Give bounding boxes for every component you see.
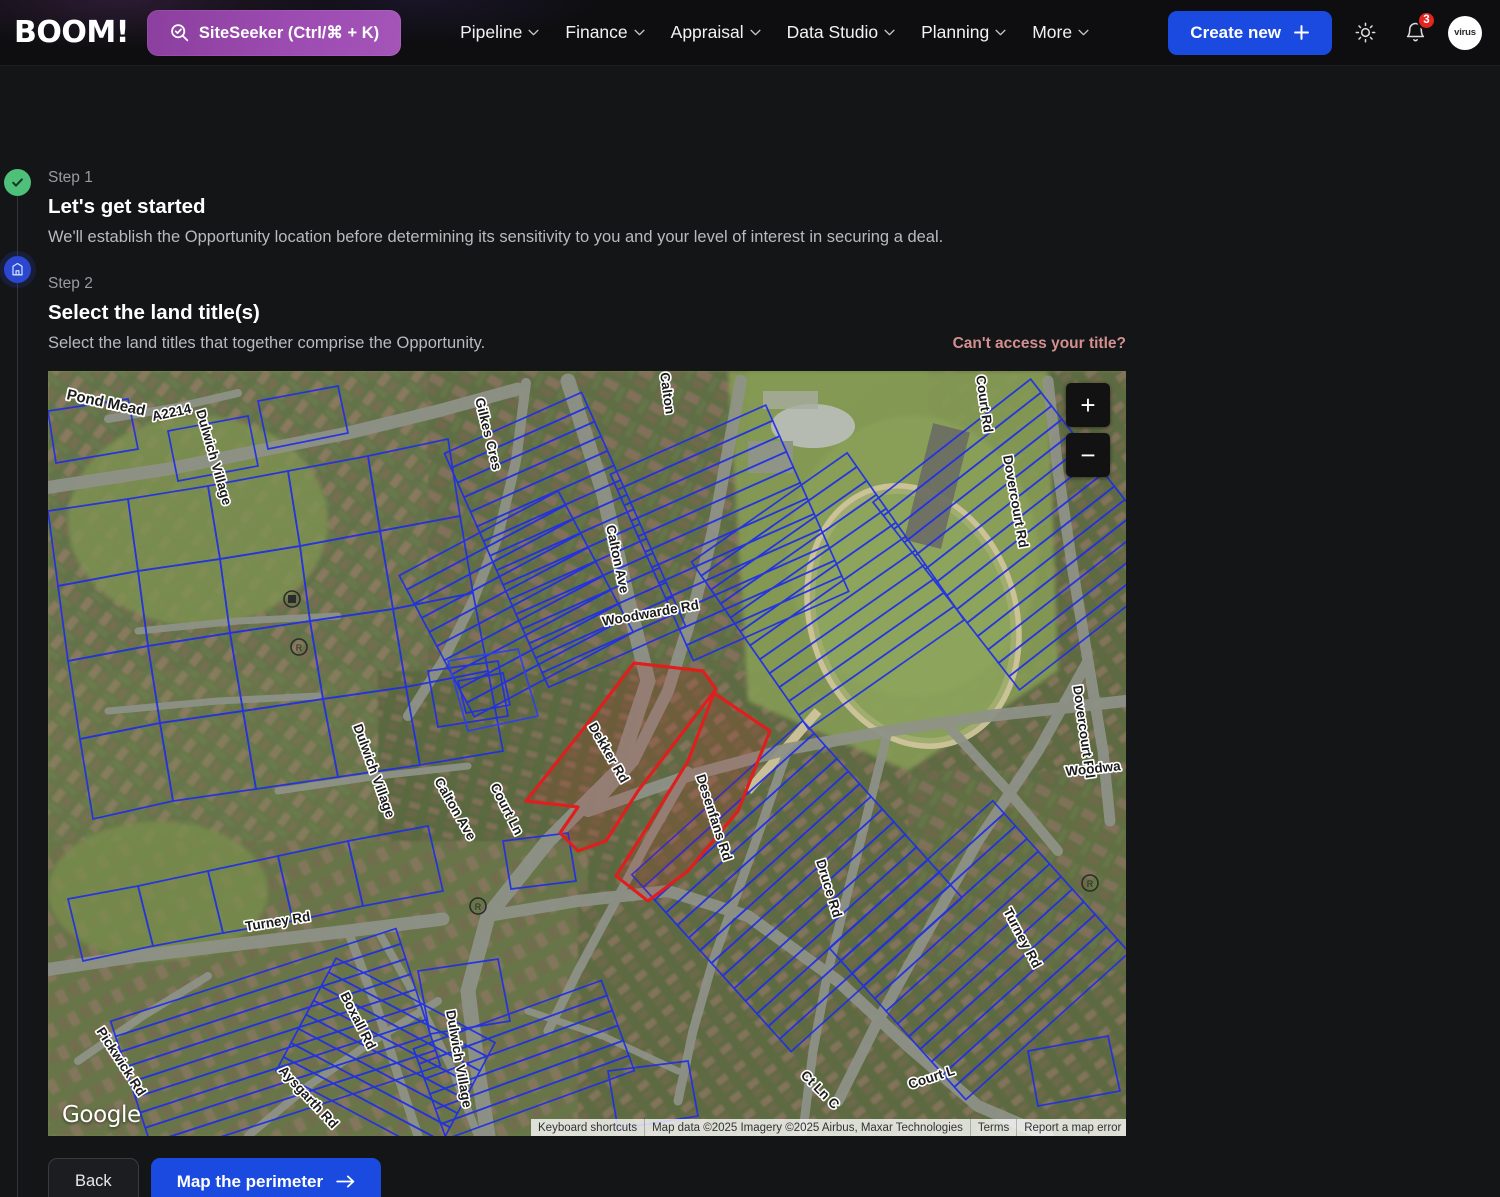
- nav-item-finance[interactable]: Finance: [554, 14, 655, 51]
- plus-icon: [1294, 25, 1309, 40]
- chevron-down-icon: [884, 29, 895, 36]
- chevron-down-icon: [750, 29, 761, 36]
- step-2-status-bullet: [4, 256, 31, 283]
- avatar-label: virus: [1454, 27, 1476, 38]
- nav-item-data-studio[interactable]: Data Studio: [776, 14, 906, 51]
- arrow-right-icon: [336, 1175, 355, 1188]
- map-the-perimeter-button[interactable]: Map the perimeter: [150, 1158, 382, 1197]
- wizard-footer-actions: Back Map the perimeter: [48, 1158, 1500, 1197]
- theme-toggle-button[interactable]: [1348, 16, 1382, 50]
- step-2-subheader: Select the land titles that together com…: [48, 325, 1126, 353]
- nav-item-planning[interactable]: Planning: [910, 14, 1017, 51]
- nav-item-pipeline[interactable]: Pipeline: [449, 14, 550, 51]
- map-imagery[interactable]: R R R Pond Mead A2214 Dulwich Village Gi…: [48, 371, 1126, 1136]
- sun-icon: [1355, 22, 1375, 43]
- header-actions: Create new 3 virus: [1168, 10, 1482, 55]
- page-content: Step 1 Let's get started We'll establish…: [0, 66, 1500, 1197]
- step-1-number: Step 1: [48, 169, 93, 186]
- main-navigation: Pipeline Finance Appraisal Data Studio P…: [449, 14, 1100, 51]
- step-1: Step 1 Let's get started We'll establish…: [0, 66, 1500, 316]
- keyboard-shortcuts-link[interactable]: Keyboard shortcuts: [531, 1119, 645, 1136]
- step-2: Step 2 Select the land title(s) Select t…: [0, 247, 1500, 1197]
- create-new-label: Create new: [1190, 22, 1281, 42]
- step-2-description: Select the land titles that together com…: [48, 334, 486, 352]
- step-2-number: Step 2: [48, 275, 93, 292]
- step-1-status-bullet: [4, 169, 31, 196]
- check-icon: [12, 178, 23, 187]
- nav-label: Appraisal: [670, 22, 744, 42]
- svg-text:R: R: [1087, 879, 1094, 889]
- nav-label: More: [1032, 22, 1073, 42]
- nav-label: Planning: [921, 22, 990, 42]
- app-header: BOOM! SiteSeeker (Ctrl/⌘ + K) Pipeline F…: [0, 0, 1500, 66]
- map-zoom-in-button[interactable]: +: [1066, 383, 1110, 427]
- report-map-error-link[interactable]: Report a map error: [1016, 1119, 1126, 1136]
- chevron-down-icon: [1078, 29, 1089, 36]
- user-avatar[interactable]: virus: [1448, 15, 1482, 50]
- chevron-down-icon: [995, 29, 1006, 36]
- nav-label: Pipeline: [460, 22, 523, 42]
- terms-link[interactable]: Terms: [969, 1119, 1017, 1136]
- step-2-title: Select the land title(s): [48, 301, 260, 324]
- land-title-map[interactable]: R R R Pond Mead A2214 Dulwich Village Gi…: [48, 371, 1126, 1136]
- chevron-down-icon: [634, 29, 645, 36]
- notifications-button[interactable]: 3: [1398, 10, 1436, 50]
- back-button[interactable]: Back: [48, 1158, 139, 1197]
- google-logo: Google: [62, 1102, 141, 1128]
- step-1-title: Let's get started: [48, 195, 206, 218]
- nav-label: Finance: [565, 22, 628, 42]
- map-attribution: Keyboard shortcuts Map data ©2025 Imager…: [531, 1119, 1126, 1136]
- search-check-icon: [169, 22, 190, 43]
- nav-item-more[interactable]: More: [1021, 14, 1100, 51]
- step-1-description: We'll establish the Opportunity location…: [48, 228, 944, 246]
- cant-access-title-link[interactable]: Can't access your title?: [953, 335, 1126, 353]
- map-zoom-controls: + −: [1066, 383, 1110, 477]
- land-title-icon: [12, 262, 23, 276]
- map-zoom-out-button[interactable]: −: [1066, 433, 1110, 477]
- create-new-button[interactable]: Create new: [1168, 10, 1332, 55]
- siteseeker-search-button[interactable]: SiteSeeker (Ctrl/⌘ + K): [146, 9, 402, 56]
- step-rail: [17, 247, 18, 1197]
- map-data-attribution: Map data ©2025 Imagery ©2025 Airbus, Max…: [644, 1119, 970, 1136]
- nav-label: Data Studio: [786, 22, 879, 42]
- chevron-down-icon: [528, 29, 539, 36]
- notification-count-badge: 3: [1417, 10, 1436, 30]
- siteseeker-label: SiteSeeker (Ctrl/⌘ + K): [198, 23, 380, 42]
- app-logo[interactable]: BOOM!: [14, 15, 129, 50]
- svg-text:R: R: [475, 902, 482, 912]
- map-the-perimeter-label: Map the perimeter: [176, 1171, 324, 1191]
- nav-item-appraisal[interactable]: Appraisal: [660, 14, 772, 51]
- svg-text:R: R: [296, 643, 303, 653]
